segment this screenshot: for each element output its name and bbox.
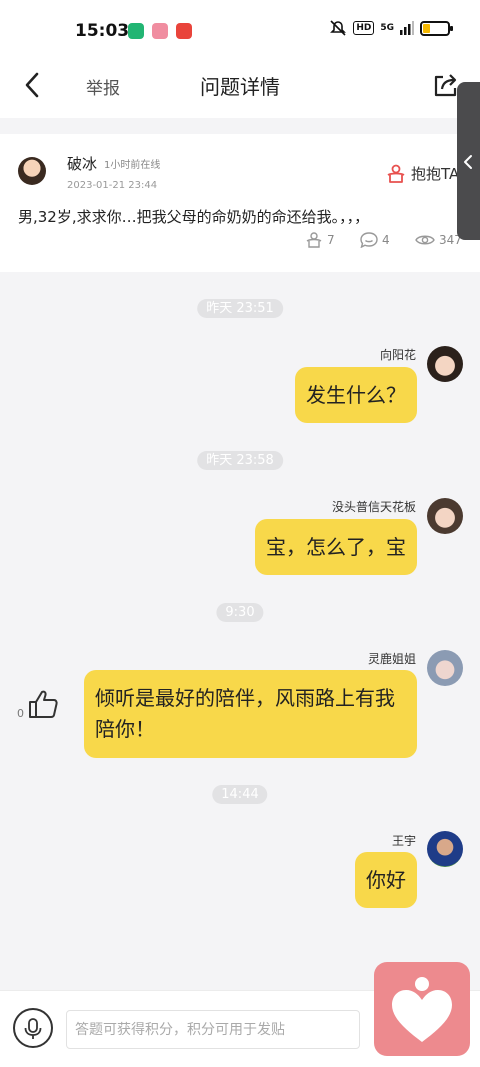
heart-icon (392, 977, 452, 1042)
page-title: 问题详情 (200, 75, 280, 99)
question-stats: 7 4 347 (305, 232, 462, 248)
message-bubble[interactable]: 倾听是最好的陪伴，风雨路上有我陪你！ (84, 670, 417, 758)
asker-avatar[interactable] (18, 157, 46, 185)
message-time: 昨天 23:51 (197, 299, 283, 318)
question-card: 破冰 1小时前在线 2023-01-21 23:44 抱抱TA 男,32岁,求求… (0, 134, 480, 272)
avatar[interactable] (427, 831, 463, 867)
nav-bar: 举报 问题详情 (0, 62, 480, 118)
message-time: 昨天 23:58 (197, 451, 283, 470)
sender-name: 王宇 (391, 834, 416, 848)
signal-icon (400, 21, 414, 35)
red-app-icon (176, 23, 192, 39)
hug-button[interactable]: 抱抱TA (386, 163, 459, 184)
battery-level (423, 23, 430, 33)
hug-label: 抱抱TA (411, 165, 460, 183)
message-time: 14:44 (212, 785, 268, 804)
wechat-icon (128, 23, 144, 39)
side-panel-handle[interactable] (457, 82, 480, 240)
network-label: 5G (380, 23, 394, 33)
message-time: 9:30 (216, 603, 264, 622)
message-bubble[interactable]: 发生什么？ (295, 367, 417, 423)
view-stat: 347 (415, 233, 462, 247)
heart-app-icon (152, 23, 168, 39)
hug-count: 7 (327, 233, 335, 247)
question-date: 2023-01-21 23:44 (67, 180, 158, 191)
hug-count-icon (306, 232, 322, 248)
heart-fab-button[interactable] (374, 962, 470, 1056)
message-bubble[interactable]: 你好 (355, 852, 417, 908)
eye-icon (415, 235, 435, 245)
answer-input[interactable] (66, 1010, 360, 1049)
mute-icon (330, 20, 347, 36)
message-bubble[interactable]: 宝，怎么了，宝 (255, 519, 417, 575)
comment-icon (360, 232, 378, 248)
comment-count: 4 (382, 233, 390, 247)
status-bar: 15:03 HD 5G (0, 0, 480, 62)
like-count: 0 (17, 707, 24, 720)
sender-name: 向阳花 (379, 348, 416, 362)
online-status: 1小时前在线 (104, 160, 161, 171)
battery-icon (420, 20, 453, 36)
avatar[interactable] (427, 498, 463, 534)
hug-icon (387, 164, 405, 183)
sender-name: 灵鹿姐姐 (367, 652, 416, 666)
share-icon[interactable] (432, 71, 460, 99)
hug-stat: 7 (305, 232, 360, 248)
status-icons: HD 5G (329, 20, 453, 36)
chevron-left-icon (464, 155, 472, 169)
sender-name: 没头普信天花板 (331, 500, 416, 514)
status-time: 15:03 (75, 21, 130, 41)
voice-button[interactable] (13, 1008, 53, 1048)
comment-stat: 4 (360, 232, 415, 248)
hd-badge: HD (353, 21, 375, 35)
question-text: 男,32岁,求求你…把我父母的命奶奶的命还给我。，，， (18, 208, 370, 226)
thumbs-up-icon (29, 690, 58, 718)
asker-name[interactable]: 破冰 (67, 153, 97, 174)
like-button[interactable]: 0 (17, 688, 59, 720)
avatar[interactable] (427, 650, 463, 686)
microphone-icon (24, 1018, 42, 1039)
avatar[interactable] (427, 346, 463, 382)
